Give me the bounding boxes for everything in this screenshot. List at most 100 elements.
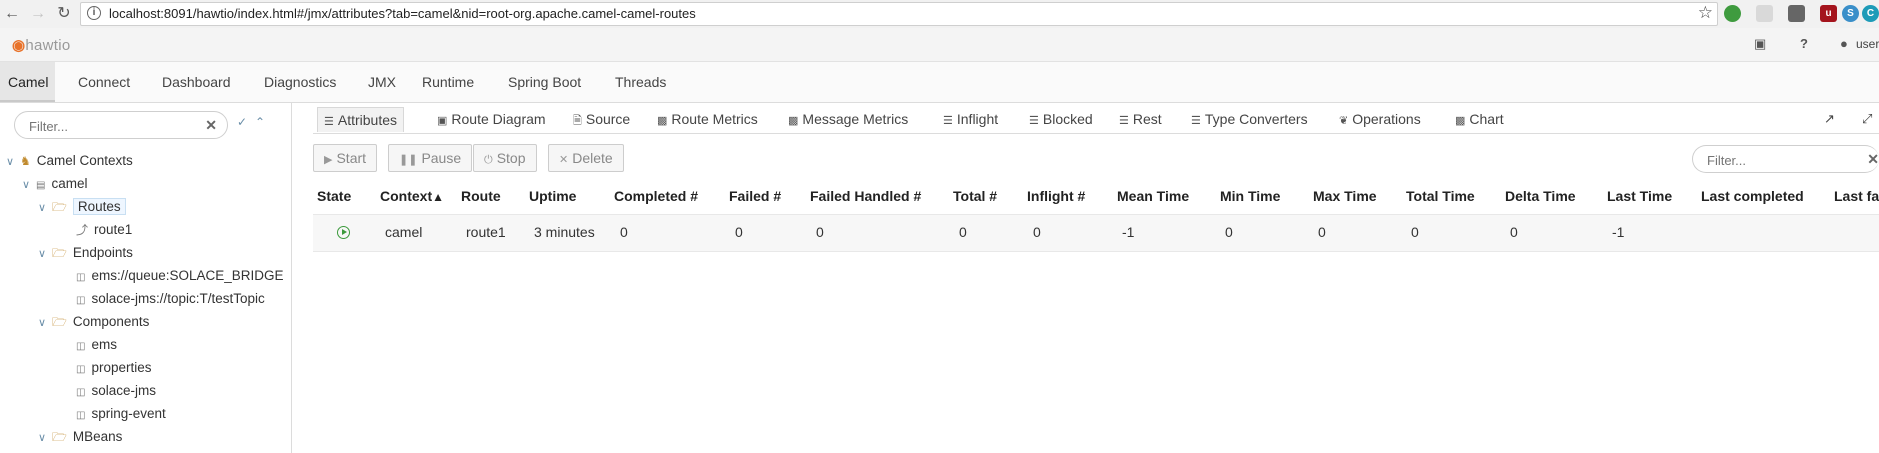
tab-inflight[interactable]: ☰ Inflight bbox=[937, 107, 1004, 131]
user-icon[interactable]: ● bbox=[1840, 36, 1848, 51]
column-header-uptime[interactable]: Uptime bbox=[529, 188, 576, 204]
column-header-route[interactable]: Route bbox=[461, 188, 501, 204]
tree-node-camel-contexts[interactable]: ∨ ♞ Camel Contexts bbox=[6, 151, 133, 171]
tree-node-components[interactable]: ∨ 🗁 Components bbox=[38, 312, 149, 332]
tab-chart[interactable]: ▩ Chart bbox=[1449, 107, 1510, 131]
tree-node-endpoint-ems[interactable]: ◫ ems://queue:SOLACE_BRIDGE bbox=[76, 266, 284, 286]
table-filter-input[interactable] bbox=[1705, 150, 1859, 170]
column-header-total-time[interactable]: Total Time bbox=[1406, 188, 1475, 204]
column-header-state[interactable]: State bbox=[317, 188, 351, 204]
column-header-total[interactable]: Total # bbox=[953, 188, 997, 204]
nav-tab-dashboard[interactable]: Dashboard bbox=[154, 62, 239, 102]
tab-source[interactable]: 🗎 Source bbox=[567, 107, 636, 131]
nav-tab-connect[interactable]: Connect bbox=[70, 62, 138, 102]
folder-open-icon: 🗁 bbox=[52, 315, 67, 329]
column-label: Context bbox=[380, 188, 433, 204]
monitor-icon[interactable]: ▣ bbox=[1754, 36, 1766, 52]
tree-node-route1[interactable]: ⤴ route1 bbox=[76, 220, 132, 240]
tree-node-routes[interactable]: ∨ 🗁 Routes bbox=[38, 197, 126, 217]
tree-node-endpoints[interactable]: ∨ 🗁 Endpoints bbox=[38, 243, 133, 263]
stop-button[interactable]: ⏻ Stop bbox=[473, 144, 537, 172]
clear-filter-icon[interactable]: ✕ bbox=[1867, 151, 1879, 168]
reload-icon[interactable]: ↻ bbox=[54, 4, 74, 24]
bookmark-star-icon[interactable]: ☆ bbox=[1698, 3, 1713, 23]
caret-down-icon[interactable]: ∨ bbox=[38, 244, 52, 264]
column-header-completed[interactable]: Completed # bbox=[614, 188, 698, 204]
nav-tab-runtime[interactable]: Runtime bbox=[414, 62, 482, 102]
column-header-last-completed[interactable]: Last completed bbox=[1701, 188, 1804, 204]
column-header-min-time[interactable]: Min Time bbox=[1220, 188, 1280, 204]
nav-tab-spring-boot[interactable]: Spring Boot bbox=[500, 62, 589, 102]
user-label[interactable]: user bbox=[1856, 37, 1879, 51]
ublock-icon[interactable]: u bbox=[1820, 5, 1837, 22]
back-icon[interactable]: ← bbox=[2, 4, 22, 24]
tree-node-camel[interactable]: ∨ ▤ camel bbox=[22, 174, 87, 194]
nav-tab-jmx[interactable]: JMX bbox=[360, 62, 404, 102]
caret-down-icon[interactable]: ∨ bbox=[38, 313, 52, 333]
column-header-failed-handled[interactable]: Failed Handled # bbox=[810, 188, 921, 204]
caret-down-icon[interactable]: ∨ bbox=[38, 198, 52, 218]
column-header-max-time[interactable]: Max Time bbox=[1313, 188, 1377, 204]
tab-type-converters[interactable]: ☰ Type Converters bbox=[1185, 107, 1314, 131]
share-icon[interactable]: ↗ bbox=[1824, 111, 1835, 127]
url-text[interactable]: localhost:8091/hawtio/index.html#/jmx/at… bbox=[109, 6, 696, 21]
column-header-last-failed[interactable]: Last fa bbox=[1834, 188, 1879, 204]
delete-button[interactable]: ✕ Delete bbox=[548, 144, 624, 172]
extension-grid-icon[interactable] bbox=[1756, 5, 1773, 22]
info-icon[interactable]: i bbox=[87, 6, 101, 20]
column-header-mean-time[interactable]: Mean Time bbox=[1117, 188, 1189, 204]
tab-label: Chart bbox=[1469, 111, 1504, 127]
nav-tab-diagnostics[interactable]: Diagnostics bbox=[256, 62, 344, 102]
tab-rest[interactable]: ☰ Rest bbox=[1113, 107, 1168, 131]
tab-operations[interactable]: ❦ Operations bbox=[1333, 107, 1427, 131]
tree-node-component-properties[interactable]: ◫ properties bbox=[76, 358, 152, 378]
column-header-delta-time[interactable]: Delta Time bbox=[1505, 188, 1576, 204]
tab-route-diagram[interactable]: ▣ Route Diagram bbox=[431, 107, 552, 131]
extension-globe-icon[interactable] bbox=[1724, 5, 1741, 22]
tab-route-metrics[interactable]: ▩ Route Metrics bbox=[651, 107, 764, 131]
tab-attributes[interactable]: ☰ Attributes bbox=[317, 107, 405, 132]
extension-c-icon[interactable]: C bbox=[1862, 5, 1879, 22]
tab-label: Route Diagram bbox=[451, 111, 546, 127]
column-header-failed[interactable]: Failed # bbox=[729, 188, 781, 204]
tab-label: Message Metrics bbox=[802, 111, 909, 127]
sidebar: ✕ ✓ ⌃ ∨♞Camel Contexts ∨▤camel ∨🗁Routes … bbox=[0, 103, 292, 453]
expand-all-icon[interactable]: ✓ bbox=[237, 115, 247, 129]
forward-icon[interactable]: → bbox=[28, 4, 48, 24]
tree-node-component-spring-event[interactable]: ◫ spring-event bbox=[76, 404, 166, 424]
component-icon: ◫ bbox=[76, 410, 86, 421]
pause-button[interactable]: ❚❚ Pause bbox=[388, 144, 473, 172]
caret-down-icon[interactable]: ∨ bbox=[22, 175, 36, 195]
address-bar[interactable]: i localhost:8091/hawtio/index.html#/jmx/… bbox=[80, 2, 1718, 26]
caret-down-icon[interactable]: ∨ bbox=[6, 152, 20, 172]
nav-tab-camel[interactable]: Camel bbox=[0, 62, 55, 102]
cell-last-time: -1 bbox=[1612, 224, 1625, 240]
fullscreen-icon[interactable]: ⤢ bbox=[1862, 111, 1872, 127]
tree-node-component-ems[interactable]: ◫ ems bbox=[76, 335, 117, 355]
tree-filter-box[interactable]: ✕ bbox=[14, 111, 228, 139]
tree-node-mbeans[interactable]: ∨ 🗁 MBeans bbox=[38, 427, 122, 447]
help-icon[interactable]: ? bbox=[1800, 36, 1808, 51]
tree-node-endpoint-solace[interactable]: ◫ solace-jms://topic:T/testTopic bbox=[76, 289, 265, 309]
cell-route[interactable]: route1 bbox=[466, 224, 506, 240]
tree-label: ems bbox=[91, 337, 117, 352]
tab-message-metrics[interactable]: ▩ Message Metrics bbox=[782, 107, 914, 131]
extension-s-icon[interactable]: S bbox=[1842, 5, 1859, 22]
column-header-context[interactable]: Context▲ bbox=[380, 188, 444, 204]
clear-filter-icon[interactable]: ✕ bbox=[205, 117, 217, 134]
hawtio-logo[interactable]: ◉hawtio bbox=[12, 36, 71, 54]
tree-node-component-solace-jms[interactable]: ◫ solace-jms bbox=[76, 381, 156, 401]
caret-down-icon[interactable]: ∨ bbox=[38, 428, 52, 448]
collapse-all-icon[interactable]: ⌃ bbox=[255, 115, 265, 129]
table-row[interactable]: camel route1 3 minutes 0 0 0 0 0 -1 0 0 … bbox=[313, 214, 1879, 252]
tree-filter-input[interactable] bbox=[27, 116, 201, 136]
nav-tab-threads[interactable]: Threads bbox=[607, 62, 674, 102]
column-header-last-time[interactable]: Last Time bbox=[1607, 188, 1672, 204]
column-header-inflight[interactable]: Inflight # bbox=[1027, 188, 1085, 204]
extension-puzzle-icon[interactable] bbox=[1788, 5, 1805, 22]
table-filter-box[interactable]: ✕ bbox=[1692, 145, 1879, 173]
cell-failed: 0 bbox=[735, 224, 743, 240]
tab-blocked[interactable]: ☰ Blocked bbox=[1023, 107, 1099, 131]
folder-open-icon: 🗁 bbox=[52, 200, 67, 214]
start-button[interactable]: ▶ Start bbox=[313, 144, 378, 172]
